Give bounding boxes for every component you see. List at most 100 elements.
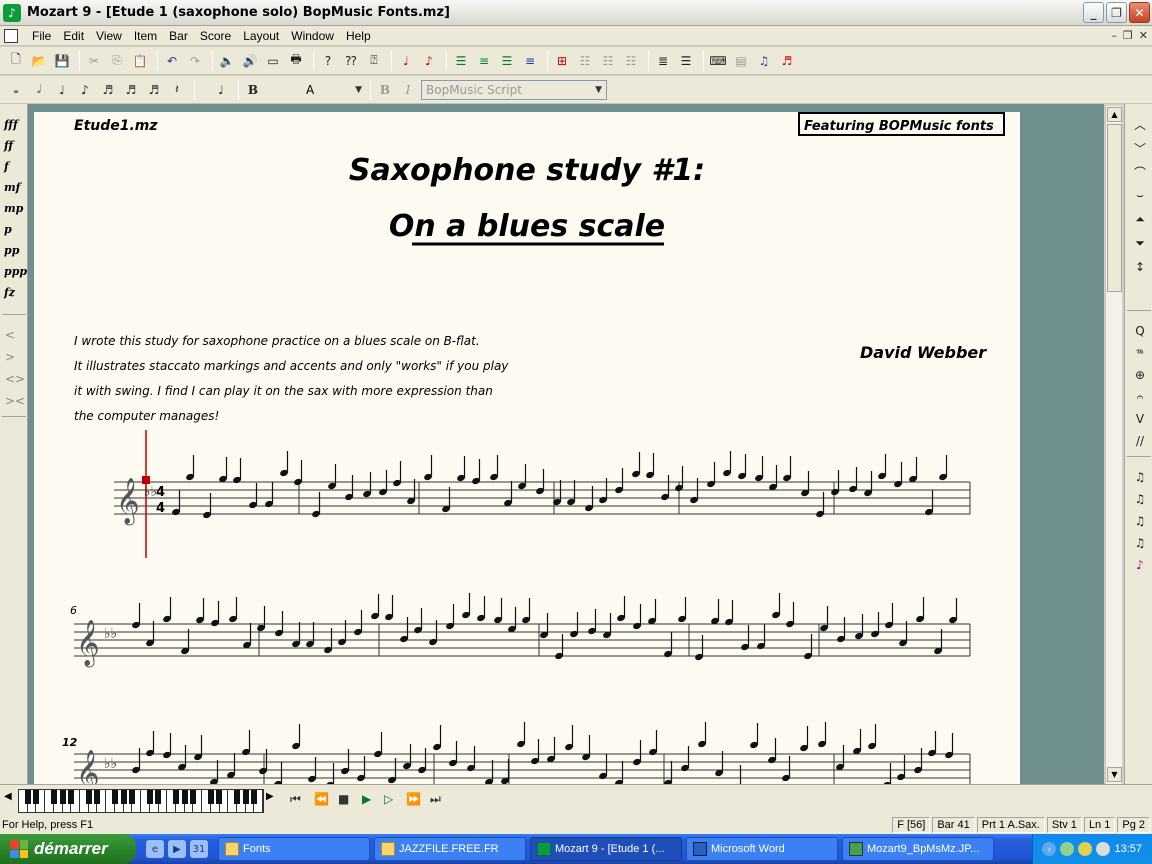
staff-blue-icon[interactable]: ≡: [520, 51, 540, 71]
task-jazzfile[interactable]: JAZZFILE.FREE.FR: [374, 837, 526, 861]
task-mozart[interactable]: Mozart 9 - [Etude 1 (...: [530, 837, 682, 861]
piano-black-key[interactable]: [59, 790, 66, 804]
rest-icon[interactable]: 𝄽: [167, 80, 187, 100]
piano-black-key[interactable]: [233, 790, 240, 804]
piano-black-key[interactable]: [94, 790, 101, 804]
dynamic-fz[interactable]: fz: [4, 286, 26, 299]
dynamic-pp[interactable]: pp: [4, 244, 26, 257]
task-word[interactable]: Microsoft Word: [686, 837, 838, 861]
midi-out-icon[interactable]: ♬: [777, 51, 797, 71]
dim-cresc-icon[interactable]: ><: [5, 394, 25, 408]
search-icon[interactable]: Q: [1131, 324, 1149, 338]
notes-color-icon[interactable]: ♪: [1131, 558, 1149, 572]
target-icon[interactable]: ⊕: [1131, 368, 1149, 382]
barline-icon[interactable]: ⊞: [552, 51, 572, 71]
speaker-all-icon[interactable]: 🔊: [240, 51, 260, 71]
ie-icon[interactable]: e: [146, 840, 164, 858]
menu-window[interactable]: Window: [285, 29, 340, 43]
go-end-icon[interactable]: ⏭: [430, 792, 441, 807]
menu-help[interactable]: Help: [340, 29, 377, 43]
note-demisemi-icon[interactable]: ♬: [121, 80, 141, 100]
step-play-icon[interactable]: ▷: [384, 792, 393, 806]
bow-icon[interactable]: V: [1131, 412, 1149, 426]
dynamic-ff[interactable]: ff: [4, 139, 26, 152]
piano-scroll-left-icon[interactable]: ◀: [4, 791, 12, 802]
notes-3-icon[interactable]: ♫: [1131, 514, 1149, 528]
mdi-minimize-button[interactable]: –: [1111, 29, 1117, 42]
menu-item[interactable]: Item: [128, 29, 163, 43]
pedal-icon[interactable]: 𝆮: [1131, 346, 1149, 361]
dynamic-mp[interactable]: mp: [4, 202, 26, 215]
arrow-up-icon[interactable]: ︿: [1131, 116, 1149, 133]
mdi-restore-button[interactable]: ❐: [1123, 29, 1133, 42]
menu-view[interactable]: View: [90, 29, 128, 43]
maximize-button[interactable]: ❐: [1106, 2, 1127, 23]
grid-icon[interactable]: ☷: [575, 51, 595, 71]
document-icon[interactable]: [4, 28, 18, 43]
piano-black-key[interactable]: [146, 790, 153, 804]
font-name-select[interactable]: BopMusic Script ▼: [421, 79, 607, 100]
align-justify-icon[interactable]: ☰: [676, 51, 696, 71]
grid2-icon[interactable]: ☷: [598, 51, 618, 71]
new-file-icon[interactable]: 🗋: [6, 51, 26, 71]
double-down-icon[interactable]: ⏷: [1131, 236, 1149, 251]
piano-scroll-right-icon[interactable]: ▶: [266, 791, 274, 802]
dynamic-p[interactable]: p: [4, 223, 26, 236]
undo-icon[interactable]: ↶: [162, 51, 182, 71]
save-icon[interactable]: 💾: [52, 51, 72, 71]
piano-black-key[interactable]: [251, 790, 258, 804]
open-folder-icon[interactable]: 📂: [29, 51, 49, 71]
midi-in-icon[interactable]: ♫: [754, 51, 774, 71]
query-icon[interactable]: ⍰: [364, 51, 384, 71]
copy-icon[interactable]: ⎘: [107, 51, 127, 71]
scroll-thumb[interactable]: [1107, 124, 1122, 292]
flip-icon[interactable]: ↕: [1131, 260, 1149, 274]
stop-icon[interactable]: ■: [338, 792, 349, 806]
bold-button[interactable]: B: [243, 80, 263, 100]
crescendo-icon[interactable]: <: [5, 328, 15, 342]
piano-black-key[interactable]: [129, 790, 136, 804]
align-left-icon[interactable]: ≣: [653, 51, 673, 71]
note-semiquaver-icon[interactable]: ♬: [98, 80, 118, 100]
piano-black-key[interactable]: [68, 790, 75, 804]
piano-black-key[interactable]: [181, 790, 188, 804]
piano-keyboard[interactable]: [18, 789, 264, 813]
piano-black-key[interactable]: [216, 790, 223, 804]
piano-black-key[interactable]: [172, 790, 179, 804]
piano-black-key[interactable]: [33, 790, 40, 804]
tray-volume-icon[interactable]: [1096, 842, 1111, 856]
piano-black-key[interactable]: [50, 790, 57, 804]
piano-black-key[interactable]: [85, 790, 92, 804]
tremolo-icon[interactable]: //: [1131, 434, 1149, 448]
calendar-icon[interactable]: 31: [190, 840, 208, 858]
note-minim-icon[interactable]: 𝅗𝅥: [29, 80, 49, 100]
double-up-icon[interactable]: ⏶: [1131, 212, 1149, 227]
fast-forward-icon[interactable]: ⏩: [406, 792, 421, 806]
diminuendo-icon[interactable]: >: [5, 350, 15, 364]
scroll-down-icon[interactable]: ▼: [1107, 767, 1122, 782]
note-hemidemi-icon[interactable]: ♬: [144, 80, 164, 100]
rewind-icon[interactable]: ⏪: [314, 792, 329, 806]
go-start-icon[interactable]: ⏮: [290, 792, 301, 807]
cresc-dim-icon[interactable]: <>: [5, 372, 25, 386]
font-style-select[interactable]: A ▼: [266, 80, 366, 100]
staff-split-icon[interactable]: ☰: [497, 51, 517, 71]
page-icon[interactable]: ▤: [731, 51, 751, 71]
score-page[interactable]: Etude1.mz Featuring BOPMusic fonts Saxop…: [34, 112, 1020, 784]
piano-black-key[interactable]: [207, 790, 214, 804]
arrow-down-icon[interactable]: ﹀: [1131, 140, 1149, 157]
menu-layout[interactable]: Layout: [237, 29, 285, 43]
notes-1-icon[interactable]: ♫: [1131, 470, 1149, 484]
dynamic-mf[interactable]: mf: [4, 181, 26, 194]
redo-icon[interactable]: ↷: [185, 51, 205, 71]
mdi-close-button[interactable]: ✕: [1139, 29, 1148, 42]
staff-lines-icon[interactable]: ≡: [474, 51, 494, 71]
cut-icon[interactable]: ✂: [84, 51, 104, 71]
play-icon[interactable]: ▶: [362, 792, 371, 806]
paste-icon[interactable]: 📋: [130, 51, 150, 71]
dynamic-ppp[interactable]: ppp: [4, 265, 27, 278]
piano-black-key[interactable]: [111, 790, 118, 804]
tray-app-icon[interactable]: [1060, 842, 1075, 856]
menu-score[interactable]: Score: [194, 29, 237, 43]
note-quaver-icon[interactable]: ♪: [75, 80, 95, 100]
